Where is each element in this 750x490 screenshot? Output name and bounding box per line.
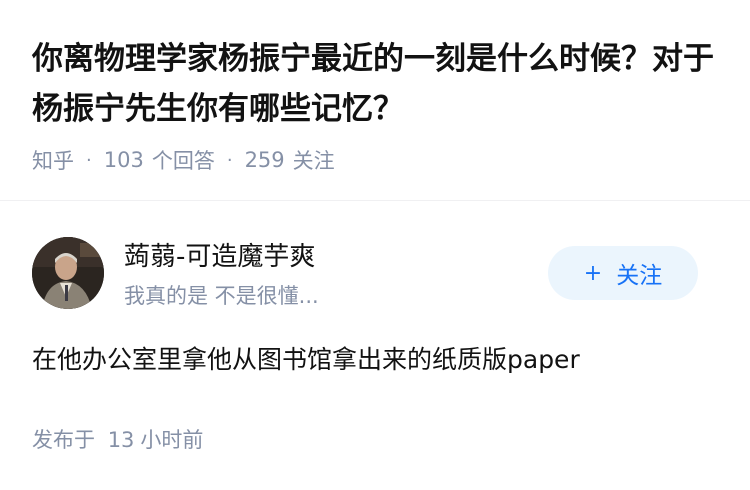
publish-time-unit: 小时前 [140, 428, 204, 452]
section-divider [0, 200, 750, 201]
follow-button-label: 关注 [616, 263, 663, 289]
follow-button[interactable]: + 关注 [548, 246, 698, 300]
author-avatar[interactable] [32, 237, 104, 309]
separator-dot: · [86, 149, 92, 171]
question-header: 你离物理学家杨振宁最近的一刻是什么时候？对于杨振宁先生你有哪些记忆？ [32, 34, 722, 134]
question-title[interactable]: 你离物理学家杨振宁最近的一刻是什么时候？对于杨振宁先生你有哪些记忆？ [32, 34, 722, 134]
follower-count: 259 [244, 148, 285, 172]
separator-dot: · [226, 149, 233, 171]
publish-time-number: 13 [107, 428, 135, 452]
answer-content[interactable]: 在他办公室里拿他从图书馆拿出来的纸质版paper [32, 340, 580, 376]
publish-info: 发布于 13 小时前 [32, 424, 203, 454]
avatar-image [32, 237, 104, 309]
source-label[interactable]: 知乎 [32, 145, 74, 175]
author-name[interactable]: 蒟蒻-可造魔芋爽 [124, 236, 315, 273]
author-bio: 我真的是 不是很懂... [124, 284, 319, 308]
plus-icon: + [583, 260, 603, 286]
answer-count-label[interactable]: 个回答 [152, 145, 215, 175]
follower-count-label[interactable]: 关注 [293, 145, 335, 175]
question-meta: 知乎 · 103 个回答 · 259 关注 [32, 145, 335, 175]
publish-prefix: 发布于 [32, 428, 95, 452]
answer-count: 103 [103, 148, 144, 172]
